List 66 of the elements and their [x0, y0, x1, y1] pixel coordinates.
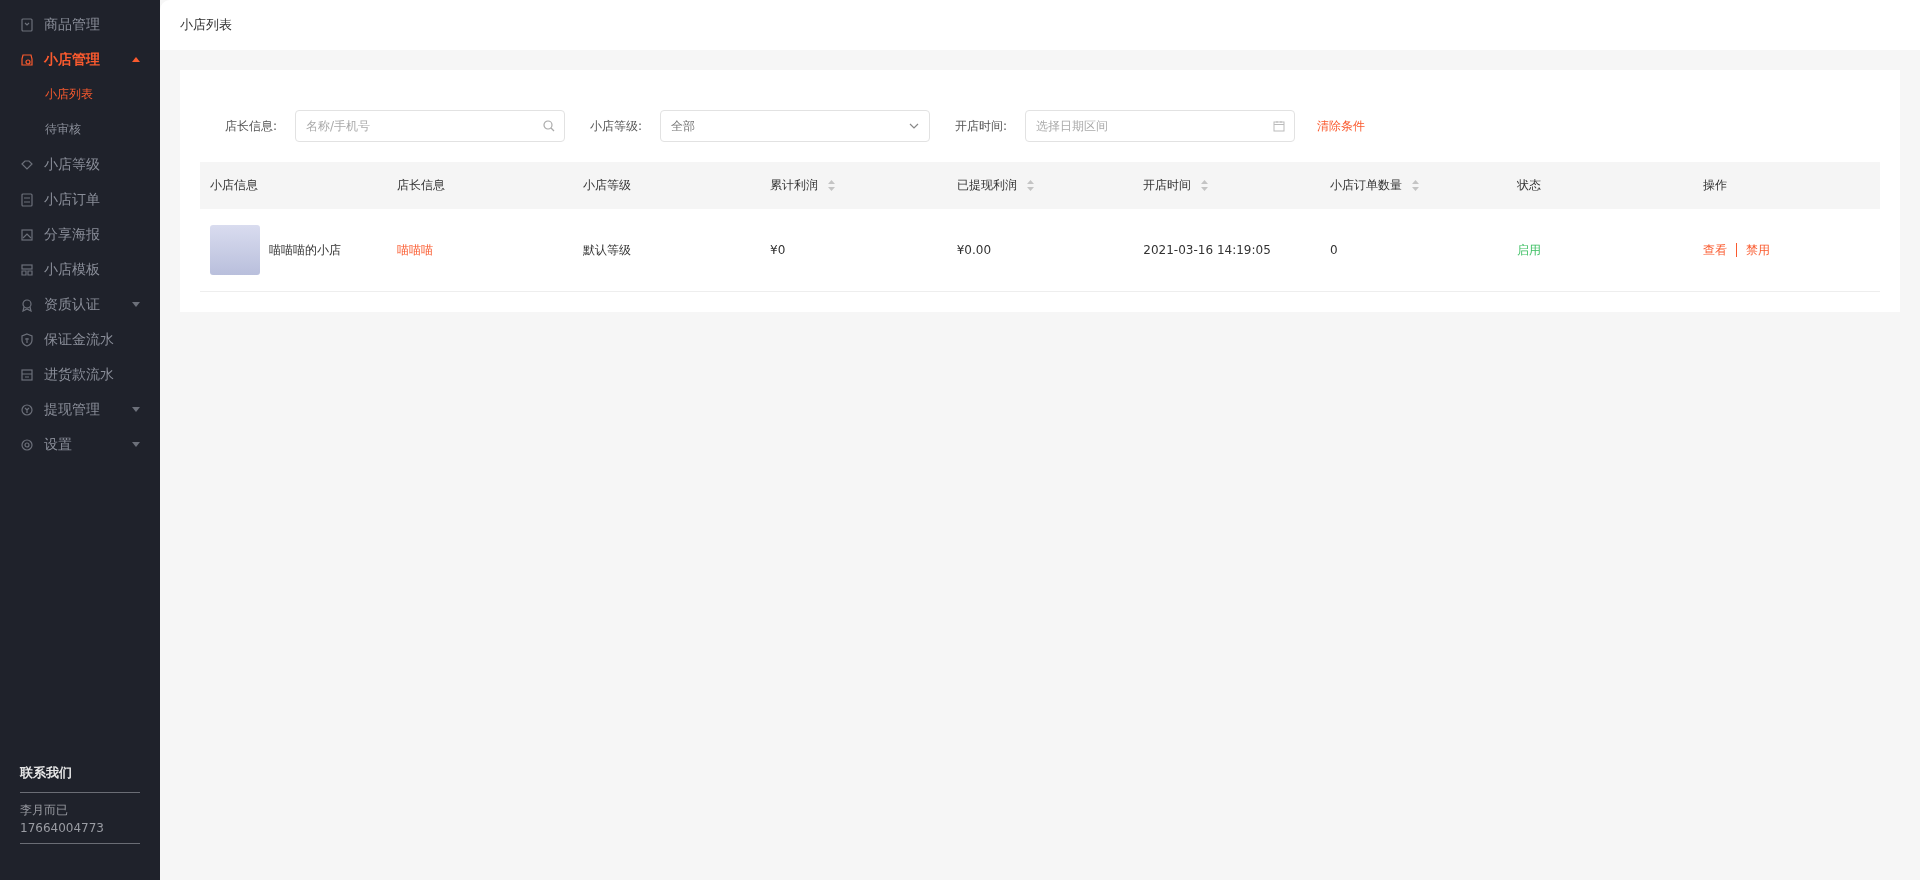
caret-icon [132, 57, 140, 62]
caret-icon [132, 302, 140, 307]
sidebar-item[interactable]: 保证金流水 [0, 322, 160, 357]
page-title: 小店列表 [180, 16, 232, 34]
column-header: 开店时间 [1143, 177, 1192, 194]
column-header: 操作 [1703, 177, 1728, 194]
sidebar-item[interactable]: 小店管理 [0, 42, 160, 77]
coin-icon [20, 402, 34, 417]
sidebar-item[interactable]: 小店订单 [0, 182, 160, 217]
action-link[interactable]: 禁用 [1746, 241, 1771, 259]
sidebar-item[interactable]: 小店等级 [0, 147, 160, 182]
contact-name: 李月而已 [20, 802, 69, 819]
image-icon [20, 227, 34, 242]
filter-label: 小店等级: [588, 117, 643, 135]
calendar-icon [1273, 120, 1285, 132]
filter-label: 开店时间: [953, 117, 1008, 135]
sidebar-item[interactable]: 商品管理 [0, 7, 160, 42]
sidebar-item[interactable]: 资质认证 [0, 287, 160, 322]
table-cell: 0 [1330, 243, 1338, 257]
column-header: 小店信息 [210, 177, 258, 194]
filter-label: 店长信息: [223, 117, 278, 135]
column-header: 已提现利润 [956, 177, 1017, 194]
search-field[interactable]: 名称/手机号 [295, 110, 565, 142]
diamond-icon [20, 157, 34, 172]
list-icon [20, 192, 34, 207]
document-icon [20, 17, 34, 32]
sidebar-subitem[interactable]: 小店列表 [0, 77, 160, 112]
action-link[interactable]: 查看 [1703, 241, 1728, 259]
sidebar-item[interactable]: 进货款流水 [0, 357, 160, 392]
clear-filters-button[interactable]: 清除条件 [1313, 113, 1369, 139]
template-icon [20, 262, 34, 277]
box-icon [20, 367, 34, 382]
column-header: 状态 [1516, 177, 1541, 194]
contact-phone: 17664004773 [20, 820, 105, 837]
column-header: 小店订单数量 [1330, 177, 1402, 194]
sidebar-subitem[interactable]: 待审核 [0, 112, 160, 147]
sidebar-item[interactable]: 分享海报 [0, 217, 160, 252]
caret-icon [132, 442, 140, 447]
date-range-field[interactable]: 选择日期区间 [1025, 110, 1295, 142]
table-cell: 2021-03-16 14:19:05 [1143, 243, 1271, 257]
chevron-down-icon [909, 123, 919, 129]
photo-placeholder [210, 225, 260, 275]
sidebar-item[interactable]: 设置 [0, 427, 160, 462]
table-cell: ¥0.00 [956, 243, 991, 257]
badge-icon [20, 297, 34, 312]
sort-icon[interactable] [1201, 180, 1209, 191]
settings-icon [20, 437, 34, 452]
table-cell: ¥0 [770, 243, 786, 257]
level-select[interactable]: 全部 [660, 110, 930, 142]
sort-icon[interactable] [828, 180, 835, 191]
search-icon [543, 120, 555, 132]
sidebar-item[interactable]: 提现管理 [0, 392, 160, 427]
contact-title: 联系我们 [20, 764, 140, 793]
column-header: 店长信息 [396, 177, 445, 194]
caret-icon [132, 407, 140, 412]
column-header: 累计利润 [770, 177, 818, 194]
sort-icon[interactable] [1026, 180, 1034, 191]
shop-name: 喵喵喵的小店 [269, 241, 341, 259]
sort-icon[interactable] [1412, 180, 1419, 191]
owner-name: 喵喵喵 [396, 241, 433, 259]
shop-icon [20, 52, 34, 67]
column-header: 小店等级 [583, 177, 632, 194]
table-cell: 默认等级 [583, 241, 632, 259]
sidebar-item[interactable]: 小店模板 [0, 252, 160, 287]
shield-icon [20, 332, 34, 347]
status-text: 启用 [1516, 241, 1541, 259]
